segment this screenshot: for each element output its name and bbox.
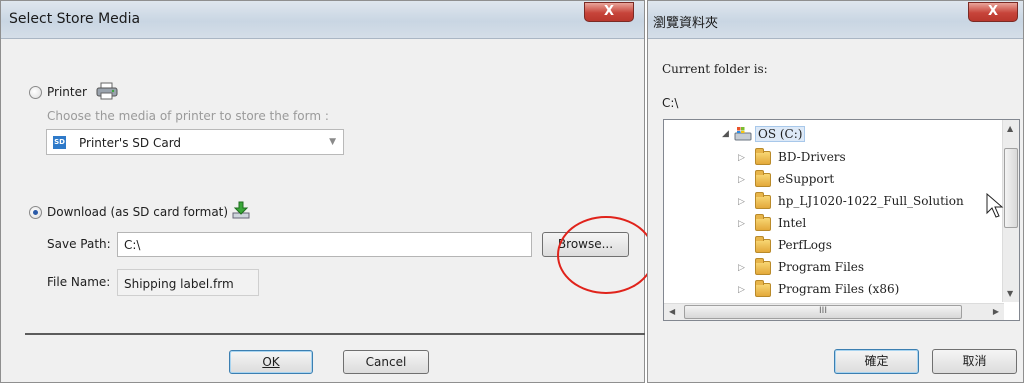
folder-icon [755, 258, 771, 275]
ok-button-label: OK [262, 355, 280, 369]
tree-item-esupport[interactable]: ▷ eSupport [664, 170, 1004, 192]
scroll-down-icon[interactable]: ▼ [1007, 289, 1013, 298]
tree-item-label: OS (C:) [755, 126, 806, 142]
sd-card-icon: SD [53, 136, 66, 149]
download-icon [232, 201, 250, 219]
expand-icon[interactable]: ▷ [738, 153, 745, 163]
printer-label[interactable]: Printer [47, 85, 87, 99]
save-path-input[interactable]: C:\ [117, 232, 532, 257]
file-name-field[interactable]: Shipping label.frm [117, 269, 259, 296]
media-select[interactable]: SD Printer's SD Card ▼ [46, 129, 344, 155]
title-bar[interactable]: Select Store Media X [1, 1, 644, 39]
tree-item-bd-drivers[interactable]: ▷ BD-Drivers [664, 148, 1004, 170]
select-store-media-dialog: Select Store Media X Printer Choose the … [0, 0, 645, 383]
ok-button[interactable]: OK [229, 350, 313, 374]
chevron-down-icon[interactable]: ▼ [329, 137, 336, 147]
tree-item-root[interactable]: ◢ OS (C:) [664, 124, 1004, 146]
expand-icon[interactable]: ▷ [738, 175, 745, 185]
tree-item-program-files[interactable]: ▷ Program Files [664, 258, 1004, 280]
folder-icon [755, 236, 771, 253]
drive-icon [734, 127, 752, 141]
current-folder-value: C:\ [662, 96, 679, 110]
folder-tree[interactable]: ◢ OS (C:) ▷ BD-Drivers ▷ eSupport ▷ hp_L… [663, 119, 1020, 321]
file-name-label: File Name: [47, 275, 111, 289]
tree-item-label: BD-Drivers [778, 150, 846, 164]
collapse-icon[interactable]: ◢ [722, 129, 729, 139]
folder-icon [755, 170, 771, 187]
scroll-right-icon[interactable]: ▶ [993, 307, 999, 316]
folder-icon [755, 280, 771, 297]
dialog-title: 瀏覽資料夾 [653, 16, 719, 31]
scroll-left-icon[interactable]: ◀ [669, 307, 675, 316]
tree-item-program-files-x86[interactable]: ▷ Program Files (x86) [664, 280, 1004, 302]
divider [25, 333, 645, 335]
horizontal-scrollbar[interactable]: ◀ III ▶ [664, 303, 1004, 320]
browse-folder-dialog: 瀏覽資料夾 X Current folder is: C:\ ◢ OS (C:)… [647, 0, 1024, 383]
cancel-button[interactable]: Cancel [343, 350, 429, 374]
cancel-button[interactable]: 取消 [932, 349, 1017, 374]
scroll-grip: III [819, 306, 827, 316]
confirm-button[interactable]: 確定 [834, 349, 919, 374]
media-select-value: Printer's SD Card [79, 136, 182, 150]
printer-icon [96, 82, 118, 100]
tree-item-label: PerfLogs [778, 238, 832, 252]
expand-icon[interactable]: ▷ [738, 219, 745, 229]
folder-icon [755, 148, 771, 165]
expand-icon[interactable]: ▷ [738, 285, 745, 295]
vertical-scroll-thumb[interactable] [1004, 148, 1018, 228]
download-label[interactable]: Download (as SD card format) [47, 205, 228, 219]
cancel-button-label: 取消 [962, 354, 987, 368]
expand-icon[interactable]: ▷ [738, 263, 745, 273]
cancel-button-label: Cancel [365, 355, 407, 369]
tree-item-perflogs[interactable]: PerfLogs [664, 236, 1004, 258]
file-name-value: Shipping label.frm [124, 277, 234, 291]
scroll-up-icon[interactable]: ▲ [1007, 124, 1013, 133]
close-button[interactable]: X [968, 2, 1018, 22]
close-button[interactable]: X [584, 2, 634, 22]
highlight-circle [557, 216, 655, 294]
close-icon: X [987, 4, 999, 19]
printer-radio[interactable] [29, 86, 42, 99]
tree-item-hp-lj1020[interactable]: ▷ hp_LJ1020-1022_Full_Solution [664, 192, 1004, 214]
download-radio[interactable] [29, 206, 42, 219]
tree-item-label: Program Files (x86) [778, 282, 900, 296]
folder-icon [755, 192, 771, 209]
tree-item-label: Program Files [778, 260, 865, 274]
save-path-label: Save Path: [47, 237, 111, 251]
expand-icon[interactable]: ▷ [738, 197, 745, 207]
dialog-title: Select Store Media [9, 11, 141, 27]
title-bar[interactable]: 瀏覽資料夾 X [648, 1, 1023, 39]
tree-item-label: eSupport [778, 172, 835, 186]
tree-item-label: Intel [778, 216, 807, 230]
confirm-button-label: 確定 [864, 354, 889, 368]
current-folder-label: Current folder is: [662, 62, 768, 76]
save-path-value: C:\ [124, 238, 141, 252]
tree-item-label: hp_LJ1020-1022_Full_Solution [778, 194, 964, 208]
tree-item-intel[interactable]: ▷ Intel [664, 214, 1004, 236]
close-icon: X [603, 4, 615, 19]
mouse-cursor-icon [986, 193, 1004, 218]
folder-icon [755, 214, 771, 231]
horizontal-scroll-thumb[interactable]: III [684, 305, 962, 319]
printer-hint: Choose the media of printer to store the… [47, 109, 329, 123]
